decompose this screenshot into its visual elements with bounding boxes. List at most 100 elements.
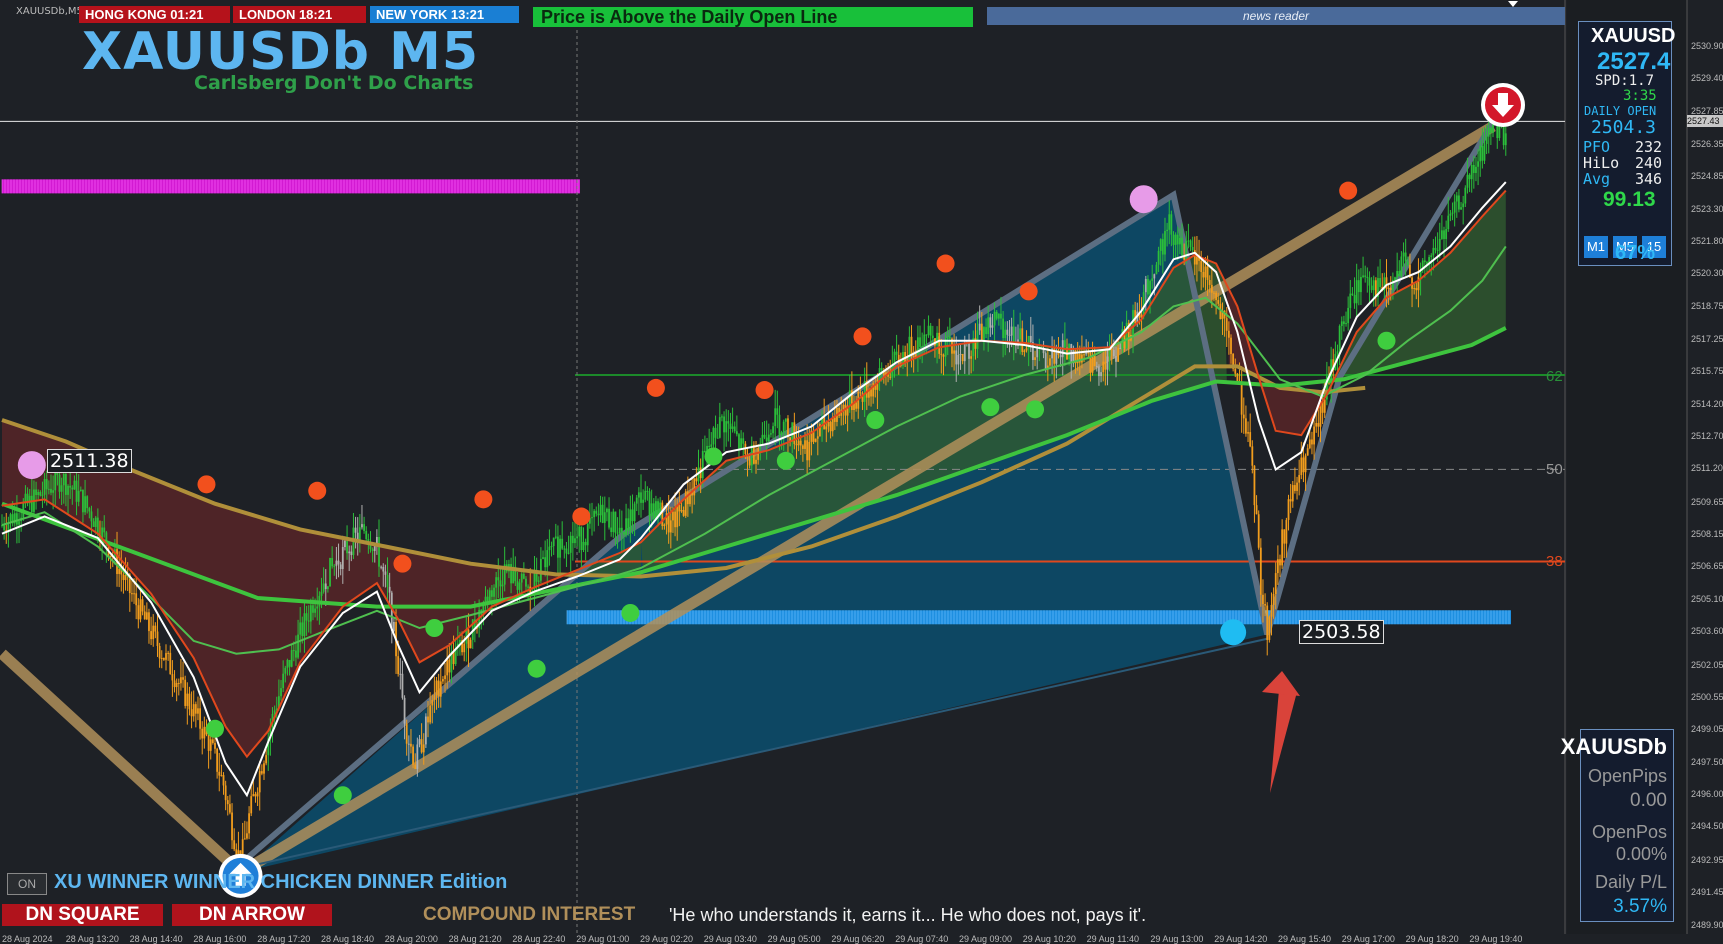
candle-body <box>1044 353 1047 369</box>
candle-body <box>363 524 365 531</box>
candle-body <box>648 491 651 517</box>
candle-body <box>501 584 504 587</box>
time-axis-label: 29 Aug 05:00 <box>767 934 821 944</box>
candle-body <box>1215 292 1217 301</box>
candle-body <box>337 560 340 565</box>
extreme-low-marker <box>1220 619 1247 646</box>
candle-body <box>1168 214 1171 230</box>
swing-low-marker <box>1377 331 1396 350</box>
candle-body <box>995 311 998 319</box>
candle-body <box>361 524 363 528</box>
candle-body <box>931 335 934 339</box>
candle-body <box>469 639 472 649</box>
time-axis-label: 29 Aug 15:40 <box>1278 934 1332 944</box>
on-toggle-button[interactable]: ON <box>7 873 47 895</box>
candle-body <box>1364 275 1367 277</box>
candle-body <box>348 551 351 554</box>
candle-body <box>855 402 858 409</box>
score-value: 99.13 <box>1603 188 1656 211</box>
candle-body <box>1443 230 1445 239</box>
candle-body <box>297 634 299 658</box>
dn-arrow-button[interactable]: DN ARROW <box>172 904 332 926</box>
candle-body <box>1200 260 1203 272</box>
caret-down-icon[interactable] <box>1508 1 1518 7</box>
candle-body <box>1104 361 1107 370</box>
compound-interest-label: COMPOUND INTEREST <box>423 904 636 925</box>
candle-body <box>301 622 304 637</box>
swing-high-marker <box>197 475 216 494</box>
candle-body <box>804 440 806 449</box>
candle-body <box>37 492 40 496</box>
candle-body <box>1285 519 1288 544</box>
swing-high-marker <box>474 490 493 509</box>
swing-high-marker <box>755 381 774 400</box>
candle-body <box>1230 337 1232 354</box>
candle-body <box>229 804 231 813</box>
candle-body <box>16 513 18 525</box>
candle-body <box>312 605 314 613</box>
candle-body <box>1217 300 1220 304</box>
time-axis-label: 28 Aug 22:40 <box>512 934 566 944</box>
candle-body <box>669 520 672 533</box>
candle-body <box>776 408 779 415</box>
candle-body <box>286 659 289 668</box>
candle-body <box>620 527 623 532</box>
candle-body <box>167 652 170 654</box>
candle-body <box>976 330 979 349</box>
price-axis-label: 2494.50 <box>1691 821 1723 832</box>
candle-body <box>1432 247 1435 256</box>
candle-body <box>557 536 559 558</box>
time-axis-label: 29 Aug 02:20 <box>640 934 694 944</box>
candle-body <box>552 537 555 547</box>
price-axis-label: 2520.30 <box>1691 268 1723 279</box>
candle-body <box>209 739 212 751</box>
candle-body <box>203 726 206 739</box>
candle-body <box>676 504 679 528</box>
candle-body <box>831 417 834 432</box>
candle-body <box>431 699 434 706</box>
candle-body <box>985 327 987 335</box>
swing-high-marker <box>393 554 412 573</box>
candle-body <box>45 479 48 490</box>
candle-body <box>686 491 689 505</box>
price-axis-label: 2529.40 <box>1691 73 1723 84</box>
candle-body <box>1178 237 1181 245</box>
candle-body <box>94 517 97 527</box>
candle-body <box>1279 559 1281 566</box>
candle-body <box>1257 514 1260 548</box>
dn-square-button[interactable]: DN SQUARE <box>2 904 163 926</box>
avg-label: Avg <box>1583 170 1611 188</box>
candle-body <box>1353 295 1356 304</box>
candle-body <box>672 511 674 521</box>
news-reader-bar[interactable]: news reader <box>987 7 1565 25</box>
price-axis-label: 2509.65 <box>1691 496 1723 507</box>
candle-body <box>1349 293 1352 308</box>
candle-body <box>1283 529 1286 544</box>
candle-body <box>953 350 956 354</box>
candle-body <box>273 710 276 714</box>
candle-body <box>280 688 282 697</box>
swing-low-marker <box>1026 400 1045 419</box>
candle-body <box>1436 249 1439 251</box>
candle-body <box>177 683 180 685</box>
candle-body <box>137 605 140 620</box>
candle-body <box>350 551 353 556</box>
candle-body <box>131 593 133 595</box>
candle-body <box>610 527 613 533</box>
candle-body <box>307 620 310 622</box>
candle-body <box>47 488 50 490</box>
candle-body <box>382 566 385 572</box>
candle-body <box>1049 358 1051 366</box>
swing-low-marker <box>527 659 546 678</box>
candle-body <box>1270 604 1273 617</box>
candle-body <box>143 611 146 620</box>
time-axis: 28 Aug 2024 28 Aug 13:20 28 Aug 14:40 28 Au… <box>0 934 1565 944</box>
price-chart[interactable] <box>0 0 1723 944</box>
candle-body <box>983 327 985 341</box>
swing-low-marker <box>776 451 795 470</box>
daily-pl-label: Daily P/L <box>1594 872 1667 892</box>
swing-low-marker <box>206 719 224 738</box>
candle-body <box>1485 136 1488 144</box>
timeframe-m1-button[interactable]: M1 <box>1584 236 1608 258</box>
candle-body <box>701 450 704 479</box>
